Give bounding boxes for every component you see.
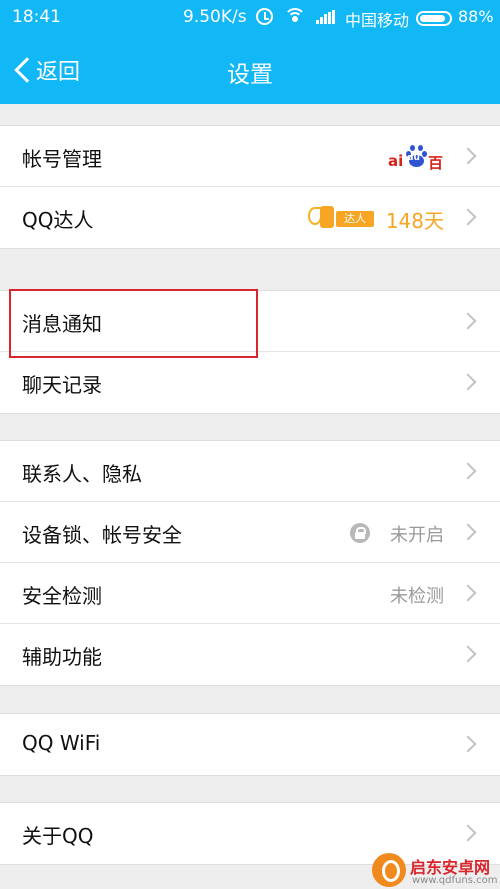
settings-row-contacts-privacy[interactable]: 联系人、隐私 [0,441,500,502]
watermark-url: www.qdfuns.com [412,875,498,886]
row-label: 帐号管理 [22,147,102,171]
chevron-right-icon [459,373,477,391]
chevron-right-icon [459,208,477,226]
lock-icon [350,523,370,543]
row-label: 聊天记录 [22,373,102,397]
watermark-logo-icon [372,853,406,887]
alarm-icon [256,8,273,25]
security-check-status: 未检测 [390,586,444,607]
row-label: 辅助功能 [22,645,102,669]
baidu-logo: ai du 百 [388,143,446,172]
settings-group-security: 联系人、隐私 设备锁、帐号安全 未开启 安全检测 未检测 辅助功能 [0,440,500,686]
chevron-right-icon [459,462,477,480]
row-label: QQ达人 [22,208,94,232]
settings-row-chat-history[interactable]: 聊天记录 [0,352,500,413]
settings-row-qq-wifi[interactable]: QQ WiFi [0,714,500,775]
talent-days: 148天 [385,209,444,233]
chevron-right-icon [459,645,477,663]
highlight-box [9,289,258,358]
chevron-right-icon [459,147,477,165]
battery-icon [416,11,452,26]
row-label: 设备锁、帐号安全 [22,523,182,547]
signal-icon [316,10,336,24]
wifi-icon [284,6,306,26]
status-carrier: 中国移动 [345,11,410,30]
nav-bar: 返回 设置 [0,36,500,104]
chevron-right-icon [459,584,477,602]
status-network-speed: 9.50K/s [183,7,247,27]
page-title: 设置 [227,62,273,88]
qq-talent-badge: 达人 [308,203,376,231]
phone-icon [320,206,334,228]
chevron-right-icon [459,523,477,541]
settings-row-security-check[interactable]: 安全检测 未检测 [0,563,500,624]
row-label: 联系人、隐私 [22,462,142,486]
baidu-text-right: 百 [428,154,444,172]
baidu-text-paw: du [407,153,420,163]
baidu-text-left: ai [388,152,404,170]
status-battery-percent: 88% [458,7,494,26]
settings-group-account: 帐号管理 ai du 百 QQ达人 达人 148天 [0,125,500,249]
chevron-right-icon [459,312,477,330]
row-label: 关于QQ [22,824,94,848]
status-time: 18:41 [12,7,61,27]
status-bar: 18:41 9.50K/s 中国移动 88% [0,0,500,36]
row-label: QQ WiFi [22,731,101,755]
settings-group-wifi: QQ WiFi [0,713,500,776]
settings-row-accessibility[interactable]: 辅助功能 [0,624,500,685]
chevron-right-icon [459,824,477,842]
row-label: 安全检测 [22,584,102,608]
settings-row-account-management[interactable]: 帐号管理 ai du 百 [0,126,500,187]
watermark: 启东安卓网 www.qdfuns.com [372,853,500,889]
talent-badge-text: 达人 [336,211,374,227]
chevron-right-icon [459,735,477,753]
device-lock-status: 未开启 [390,525,444,546]
settings-row-qq-talent[interactable]: QQ达人 达人 148天 [0,187,500,248]
settings-row-device-lock[interactable]: 设备锁、帐号安全 未开启 [0,502,500,563]
